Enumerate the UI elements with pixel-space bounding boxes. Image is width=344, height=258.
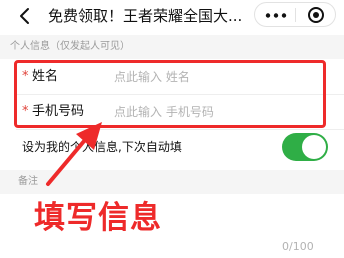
- back-arrow-icon[interactable]: [16, 6, 34, 26]
- annotation-arrow-icon: [46, 122, 102, 186]
- mini-program-capsule: [254, 2, 336, 27]
- personal-info-section-header: 个人信息（仅发起人可见）: [0, 35, 344, 59]
- remark-label: 备注: [18, 176, 38, 187]
- toggle-knob: [302, 135, 326, 159]
- remark-char-counter: 0/100: [282, 240, 314, 253]
- close-target-icon[interactable]: [307, 6, 325, 24]
- capsule-divider: [295, 8, 296, 22]
- page-title: 免费领取！王者荣耀全国大...: [48, 7, 243, 25]
- highlight-box: [14, 60, 326, 128]
- more-dots-icon[interactable]: [265, 13, 287, 18]
- section-label: 个人信息（仅发起人可见）: [10, 41, 130, 52]
- save-info-toggle[interactable]: [282, 133, 328, 161]
- nav-bar: 免费领取！王者荣耀全国大...: [0, 0, 344, 34]
- annotation-text: 填写信息: [34, 200, 162, 236]
